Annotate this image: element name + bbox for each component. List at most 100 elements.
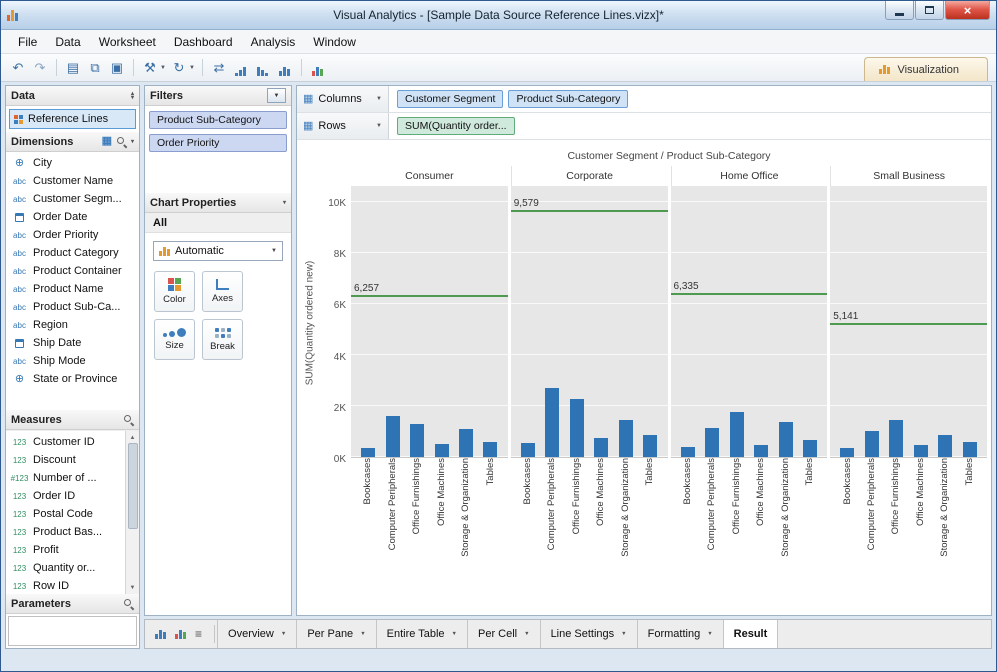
dimension-item[interactable]: abc Product Container — [6, 262, 139, 280]
dimension-item[interactable]: ⊕ City — [6, 154, 139, 172]
bar[interactable] — [889, 420, 904, 457]
x-axis-label[interactable]: Office Furnishings — [411, 458, 423, 534]
x-axis-label[interactable]: Tables — [644, 458, 656, 485]
tab-overview[interactable]: Overview ▼ — [217, 620, 298, 648]
axes-button[interactable]: Axes — [202, 271, 243, 312]
x-axis-label[interactable]: Office Machines — [436, 458, 448, 526]
measure-item[interactable]: 123 Row ID — [6, 577, 125, 594]
dimension-item[interactable]: abc Order Priority — [6, 226, 139, 244]
x-axis-label[interactable]: Storage & Organization — [620, 458, 632, 557]
chevron-down-icon[interactable]: ▼ — [189, 65, 195, 71]
refresh-icon[interactable]: ↻ — [170, 58, 188, 78]
bar[interactable] — [594, 438, 609, 457]
bar-chart-icon[interactable] — [276, 58, 294, 78]
bar[interactable] — [705, 428, 720, 457]
tab-per-pane[interactable]: Per Pane ▼ — [297, 620, 377, 648]
bar[interactable] — [938, 435, 953, 457]
x-axis-label[interactable]: Storage & Organization — [460, 458, 472, 557]
grouped-chart-view-icon[interactable] — [175, 629, 186, 639]
columns-shelf-button[interactable]: ▦ Columns ▼ — [297, 86, 389, 112]
rows-shelf-button[interactable]: ▦ Rows ▼ — [297, 113, 389, 139]
filter-pill-order-priority[interactable]: Order Priority — [149, 134, 287, 152]
x-axis-label[interactable]: Office Furnishings — [890, 458, 902, 534]
visualization-tab[interactable]: Visualization — [864, 57, 988, 81]
x-axis-label[interactable]: Office Machines — [595, 458, 607, 526]
x-axis-label[interactable]: Storage & Organization — [939, 458, 951, 557]
reference-line[interactable] — [351, 295, 508, 297]
bar[interactable] — [643, 435, 658, 457]
bar-chart-view-icon[interactable] — [155, 629, 166, 639]
x-axis-label[interactable]: Computer Peripherals — [706, 458, 718, 550]
x-axis-label[interactable]: Computer Peripherals — [387, 458, 399, 550]
bar[interactable] — [680, 447, 695, 457]
x-axis-label[interactable]: Tables — [804, 458, 816, 485]
x-axis-label[interactable]: Bookcases — [522, 458, 534, 504]
measures-scrollbar[interactable]: ▲ ▼ — [125, 431, 139, 594]
reference-line[interactable] — [510, 210, 668, 212]
reference-line[interactable] — [830, 323, 987, 325]
minimize-button[interactable] — [885, 1, 914, 20]
bar[interactable] — [778, 422, 793, 457]
menu-item-window[interactable]: Window — [304, 32, 365, 52]
x-axis-label[interactable]: Tables — [485, 458, 497, 485]
scope-row[interactable]: All — [145, 213, 291, 233]
dimension-item[interactable]: abc Product Category — [6, 244, 139, 262]
tab-formatting[interactable]: Formatting ▼ — [638, 620, 724, 648]
bar[interactable] — [361, 448, 376, 457]
bar[interactable] — [569, 399, 584, 457]
menu-item-analysis[interactable]: Analysis — [242, 32, 305, 52]
duplicate-icon[interactable]: ⧉ — [86, 58, 104, 78]
x-axis-label[interactable]: Computer Peripherals — [546, 458, 558, 550]
bar[interactable] — [864, 431, 879, 457]
x-axis-label[interactable]: Bookcases — [682, 458, 694, 504]
dimension-item[interactable]: abc Product Name — [6, 280, 139, 298]
bar[interactable] — [802, 440, 817, 457]
chevron-down-icon[interactable]: ▼ — [160, 65, 166, 71]
x-axis-label[interactable]: Office Furnishings — [731, 458, 743, 534]
collapse-expand-icon[interactable]: ▴ ▾ — [131, 91, 134, 101]
break-button[interactable]: Break — [202, 319, 243, 360]
menu-item-file[interactable]: File — [9, 32, 46, 52]
tab-per-cell[interactable]: Per Cell ▼ — [468, 620, 541, 648]
x-axis-label[interactable]: Bookcases — [362, 458, 374, 504]
mark-type-select[interactable]: Automatic ▼ — [153, 241, 283, 261]
format-tools-icon[interactable]: ⚒ — [141, 58, 159, 78]
measure-item[interactable]: 123 Profit — [6, 541, 125, 559]
measure-item[interactable]: 123 Quantity or... — [6, 559, 125, 577]
menu-item-worksheet[interactable]: Worksheet — [90, 32, 165, 52]
size-button[interactable]: Size — [154, 319, 195, 360]
dimension-item[interactable]: abc Product Sub-Ca... — [6, 298, 139, 316]
view-as-table-icon[interactable]: ▦ — [102, 136, 112, 147]
sort-descending-icon[interactable] — [254, 58, 272, 78]
color-button[interactable]: Color — [154, 271, 195, 312]
measure-item[interactable]: 123 Postal Code — [6, 505, 125, 523]
x-axis-label[interactable]: Bookcases — [842, 458, 854, 504]
redo-icon[interactable]: ↷ — [31, 58, 49, 78]
search-icon[interactable] — [123, 414, 134, 425]
measure-item[interactable]: 123 Customer ID — [6, 433, 125, 451]
bar[interactable] — [520, 443, 535, 457]
measure-item[interactable]: 123 Discount — [6, 451, 125, 469]
dimension-item[interactable]: abc Customer Name — [6, 172, 139, 190]
x-axis-label[interactable]: Office Machines — [915, 458, 927, 526]
menu-item-dashboard[interactable]: Dashboard — [165, 32, 242, 52]
bar[interactable] — [729, 412, 744, 457]
bar[interactable] — [545, 388, 560, 457]
swap-rows-columns-icon[interactable]: ⇄ — [210, 58, 228, 78]
x-axis-label[interactable]: Computer Peripherals — [866, 458, 878, 550]
tab-line-settings[interactable]: Line Settings ▼ — [541, 620, 638, 648]
bar[interactable] — [913, 445, 928, 457]
x-axis-label[interactable]: Office Furnishings — [571, 458, 583, 534]
reference-line[interactable] — [670, 293, 828, 295]
column-pill-customer-segment[interactable]: Customer Segment — [397, 90, 504, 108]
measure-item[interactable]: 123 Order ID — [6, 487, 125, 505]
measure-item[interactable]: #123 Number of ... — [6, 469, 125, 487]
column-pill-product-sub-category[interactable]: Product Sub-Category — [508, 90, 629, 108]
dimension-item[interactable]: abc Customer Segm... — [6, 190, 139, 208]
tab-result[interactable]: Result — [723, 620, 779, 648]
bar[interactable] — [840, 448, 855, 457]
menu-item-data[interactable]: Data — [46, 32, 89, 52]
bar[interactable] — [962, 442, 977, 457]
filters-dropdown-button[interactable]: ▼ — [267, 88, 286, 103]
search-icon[interactable] — [116, 136, 127, 147]
